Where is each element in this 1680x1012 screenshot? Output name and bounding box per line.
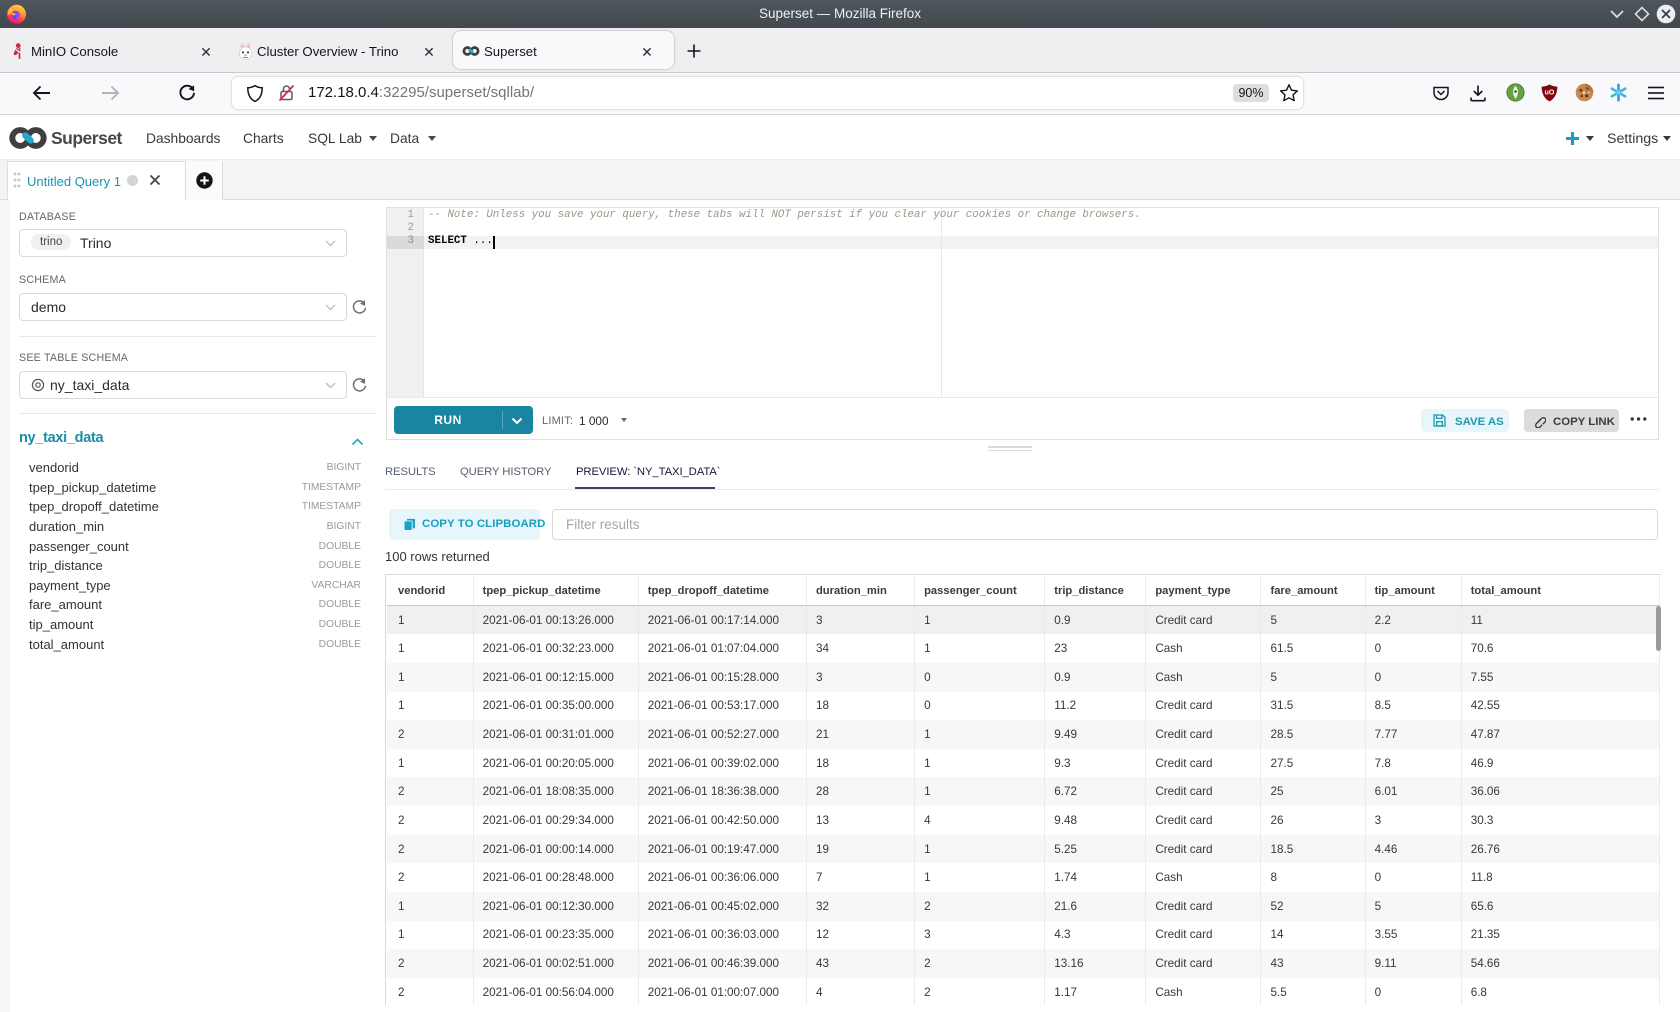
- svg-text:uO: uO: [1545, 90, 1555, 97]
